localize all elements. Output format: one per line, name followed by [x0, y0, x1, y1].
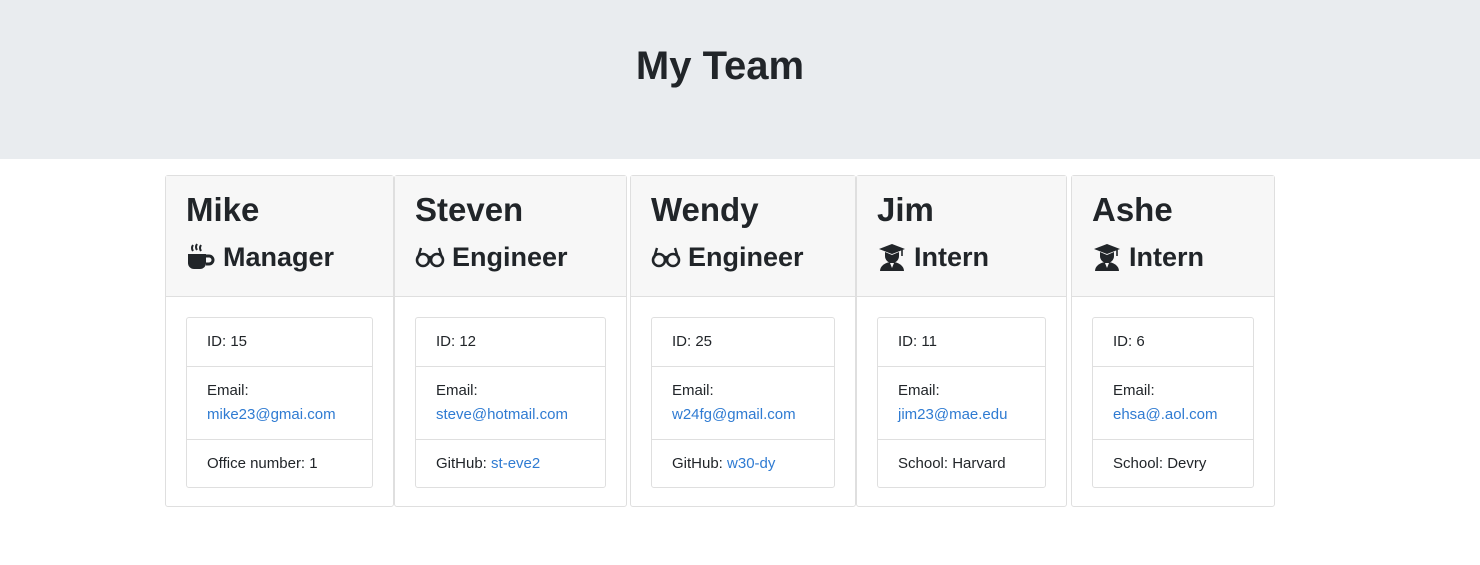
- employee-card-ashe: Ashe Intern ID: 6 Email: ehsa@.aol.com S…: [1071, 175, 1275, 507]
- school-item: School: Harvard: [898, 455, 1006, 472]
- glasses-icon: [651, 242, 681, 272]
- employee-name: Mike: [186, 191, 260, 228]
- email-link[interactable]: w24fg@gmail.com: [672, 406, 796, 423]
- employee-id: ID: 12: [416, 318, 605, 367]
- email-link[interactable]: jim23@mae.edu: [898, 406, 1007, 423]
- office-number: Office number: 1: [207, 455, 318, 472]
- employee-email-item: Email: steve@hotmail.com: [416, 367, 605, 440]
- email-label: Email:: [898, 382, 940, 399]
- employee-email-item: Email: mike23@gmai.com: [187, 367, 372, 440]
- employee-role: Intern: [877, 240, 989, 274]
- employee-id: ID: 15: [187, 318, 372, 367]
- card-header: Wendy Engineer: [631, 176, 855, 297]
- employee-card-wendy: Wendy Engineer ID: 25 Email: w24fg@gmail…: [630, 175, 856, 507]
- glasses-icon: [415, 242, 445, 272]
- employee-details: ID: 25 Email: w24fg@gmail.com GitHub: w3…: [651, 317, 835, 488]
- email-label: Email:: [207, 382, 249, 399]
- employee-id: ID: 6: [1093, 318, 1253, 367]
- email-link[interactable]: mike23@gmai.com: [207, 406, 336, 423]
- role-label: Intern: [914, 242, 990, 272]
- role-label: Intern: [1129, 242, 1205, 272]
- employee-role: Manager: [186, 240, 334, 274]
- employee-email-item: Email: ehsa@.aol.com: [1093, 367, 1253, 440]
- employee-role: Intern: [1092, 240, 1204, 274]
- email-link[interactable]: steve@hotmail.com: [436, 406, 568, 423]
- employee-details: ID: 6 Email: ehsa@.aol.com School: Devry: [1092, 317, 1254, 488]
- graduate-icon: [1092, 242, 1122, 272]
- employee-name: Wendy: [651, 191, 759, 228]
- email-label: Email:: [1113, 382, 1155, 399]
- email-link[interactable]: ehsa@.aol.com: [1113, 406, 1217, 423]
- employee-details: ID: 12 Email: steve@hotmail.com GitHub: …: [415, 317, 606, 488]
- github-link[interactable]: w30-dy: [727, 455, 775, 472]
- header-banner: My Team: [0, 0, 1480, 159]
- employee-role: Engineer: [415, 240, 568, 274]
- email-label: Email:: [436, 382, 478, 399]
- employee-card-jim: Jim Intern ID: 11 Email: jim23@mae.edu S…: [856, 175, 1067, 507]
- github-item: GitHub: w30-dy: [652, 440, 834, 488]
- employee-email-item: Email: w24fg@gmail.com: [652, 367, 834, 440]
- graduate-icon: [877, 242, 907, 272]
- employee-role: Engineer: [651, 240, 804, 274]
- role-label: Manager: [223, 242, 335, 272]
- card-header: Jim Intern: [857, 176, 1066, 297]
- employee-details: ID: 15 Email: mike23@gmai.com Office num…: [186, 317, 373, 488]
- page-title: My Team: [635, 44, 805, 88]
- employee-email-item: Email: jim23@mae.edu: [878, 367, 1045, 440]
- github-item: GitHub: st-eve2: [416, 440, 605, 488]
- github-link[interactable]: st-eve2: [491, 455, 540, 472]
- email-label: Email:: [672, 382, 714, 399]
- coffee-icon: [186, 242, 216, 272]
- role-label: Engineer: [452, 242, 568, 272]
- employee-name: Steven: [415, 191, 524, 228]
- card-header: Steven Engineer: [395, 176, 626, 297]
- card-header: Ashe Intern: [1072, 176, 1274, 297]
- employee-id: ID: 25: [652, 318, 834, 367]
- employee-name: Ashe: [1092, 191, 1173, 228]
- role-label: Engineer: [688, 242, 804, 272]
- github-label: GitHub:: [436, 455, 492, 472]
- card-header: Mike Manager: [166, 176, 393, 297]
- employee-name: Jim: [877, 191, 934, 228]
- employee-card-steven: Steven Engineer ID: 12 Email: steve@hotm…: [394, 175, 627, 507]
- employee-details: ID: 11 Email: jim23@mae.edu School: Harv…: [877, 317, 1046, 488]
- employee-id: ID: 11: [878, 318, 1045, 367]
- employee-card-mike: Mike Manager ID: 15 Email: mike23@gmai.c…: [165, 175, 394, 507]
- github-label: GitHub:: [672, 455, 728, 472]
- school-item: School: Devry: [1113, 455, 1207, 472]
